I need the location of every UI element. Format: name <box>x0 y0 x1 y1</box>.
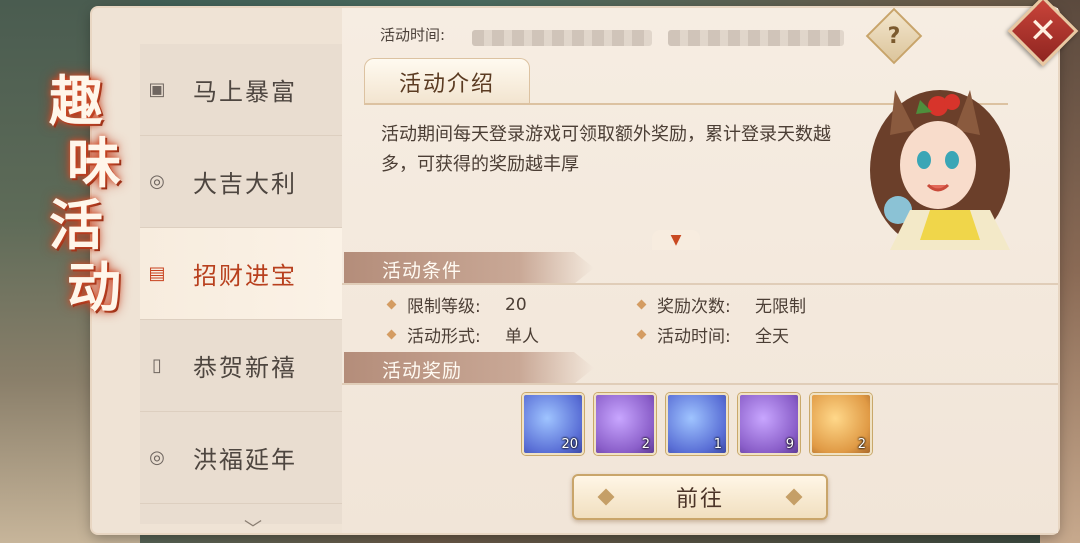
sidebar-item-label: 大吉大利 <box>193 170 297 198</box>
sidebar: ▣ 马上暴富 ◎ 大吉大利 ▤ 招财进宝 ▯ 恭贺新禧 ◎ 洪福延年 <box>140 44 342 524</box>
activity-time-label: 活动时间: <box>380 26 446 44</box>
reward-map-item[interactable]: 1 <box>666 393 728 455</box>
question-icon: ? <box>887 23 901 49</box>
sidebar-item-4[interactable]: ▯ 恭贺新禧 <box>140 320 342 412</box>
divider <box>342 283 1058 285</box>
close-icon: ✕ <box>1028 11 1058 51</box>
diamond-bullet-icon <box>386 299 397 310</box>
reward-chest-item[interactable]: 2 <box>810 393 872 455</box>
reward-count: 2 <box>641 437 650 452</box>
activity-time-value-redacted <box>472 30 652 46</box>
section-header-rewards: 活动奖励 <box>344 352 594 384</box>
sidebar-item-3-active[interactable]: ▤ 招财进宝 <box>140 228 342 320</box>
condition-row: 活动时间: 全天 <box>636 322 789 347</box>
chevron-down-icon[interactable]: ﹀ <box>244 515 262 541</box>
reward-list: 20 2 1 9 2 <box>522 393 872 455</box>
go-button[interactable]: 前往 <box>572 474 828 520</box>
activity-description: 活动期间每天登录游戏可领取额外奖励，累计登录天数越多，可获得的奖励越丰厚 <box>381 124 831 175</box>
reward-scroll-item[interactable]: 2 <box>594 393 656 455</box>
sidebar-item-2[interactable]: ◎ 大吉大利 <box>140 136 342 228</box>
sidebar-item-label: 洪福延年 <box>193 446 297 474</box>
coin-icon: ◎ <box>149 447 165 468</box>
condition-value: 单人 <box>505 327 539 347</box>
section-title: 活动条件 <box>382 260 463 282</box>
calendar-icon: ▤ <box>148 263 166 284</box>
reward-count: 9 <box>785 437 794 452</box>
sidebar-item-label: 招财进宝 <box>193 262 297 290</box>
condition-row: 奖励次数: 无限制 <box>636 292 806 317</box>
character-portrait <box>870 90 1010 250</box>
condition-key: 活动时间: <box>657 327 731 347</box>
condition-key: 奖励次数: <box>657 297 731 317</box>
diamond-bullet-icon <box>386 329 397 340</box>
lantern-icon: ▯ <box>152 355 162 376</box>
divider <box>342 383 1058 385</box>
condition-value: 全天 <box>755 327 789 347</box>
diamond-bullet-icon <box>636 299 647 310</box>
title-char: 动 <box>67 255 121 319</box>
title-char: 活 <box>49 193 103 257</box>
tab-activity-intro[interactable]: 活动介绍 <box>364 58 530 104</box>
condition-row: 活动形式: 单人 <box>386 322 539 347</box>
diamond-bullet-icon <box>636 329 647 340</box>
reward-count: 20 <box>561 437 578 452</box>
sidebar-item-label: 恭贺新禧 <box>193 354 297 382</box>
ornament-icon <box>597 488 615 506</box>
sidebar-item-5[interactable]: ◎ 洪福延年 <box>140 412 342 504</box>
sidebar-item-1[interactable]: ▣ 马上暴富 <box>140 44 342 136</box>
reward-gift-bag-item[interactable]: 9 <box>738 393 800 455</box>
condition-row: 限制等级: 20 <box>386 292 527 317</box>
go-button-label: 前往 <box>675 487 724 512</box>
frame-icon: ▣ <box>148 79 166 100</box>
coin-icon: ◎ <box>149 171 165 192</box>
condition-value: 20 <box>505 294 527 315</box>
page-title: 趣 味 活 动 <box>38 70 128 370</box>
section-header-conditions: 活动条件 <box>344 252 594 284</box>
condition-key: 限制等级: <box>407 297 481 317</box>
condition-key: 活动形式: <box>407 327 481 347</box>
ornament-icon <box>785 488 803 506</box>
title-char: 味 <box>67 131 121 195</box>
activity-time-value-redacted <box>668 30 844 46</box>
condition-value: 无限制 <box>755 297 806 317</box>
reward-fan-item[interactable]: 20 <box>522 393 584 455</box>
sidebar-item-label: 马上暴富 <box>193 78 297 106</box>
reward-count: 1 <box>713 437 722 452</box>
title-char: 趣 <box>49 69 103 133</box>
reward-count: 2 <box>857 437 866 452</box>
section-title: 活动奖励 <box>382 360 463 382</box>
expand-arrow-icon[interactable]: ▼ <box>652 230 700 250</box>
